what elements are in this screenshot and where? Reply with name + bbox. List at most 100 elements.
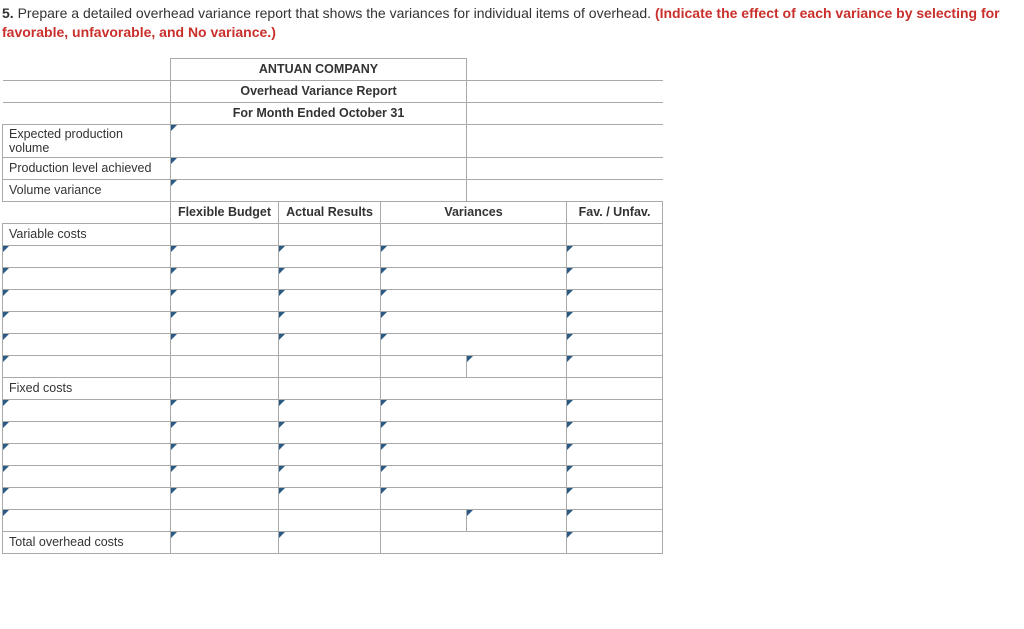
volume-variance-label: Volume variance [3, 179, 171, 201]
blank-cell [467, 124, 663, 157]
fixed-costs-label: Fixed costs [3, 377, 171, 399]
blank-cell [467, 80, 663, 102]
variance-total [381, 531, 567, 553]
variable-item-input[interactable] [3, 245, 171, 267]
actual-results-subtotal [279, 509, 381, 531]
flex-budget-input[interactable] [171, 267, 279, 289]
fav-unfav-select[interactable] [567, 509, 663, 531]
fav-unfav-select[interactable] [567, 531, 663, 553]
fixed-item-input[interactable] [3, 421, 171, 443]
variance-input[interactable] [381, 267, 567, 289]
blank-cell [279, 223, 381, 245]
flex-budget-input[interactable] [171, 443, 279, 465]
question-number: 5. [2, 5, 14, 21]
variance-subtotal-right[interactable] [467, 355, 567, 377]
blank-cell [3, 201, 171, 223]
volume-variance-input[interactable] [171, 179, 467, 201]
variance-subtotal-left [381, 355, 467, 377]
blank-cell [3, 58, 171, 80]
variance-input[interactable] [381, 399, 567, 421]
fav-unfav-select[interactable] [567, 289, 663, 311]
variable-item-input[interactable] [3, 355, 171, 377]
fav-unfav-select[interactable] [567, 311, 663, 333]
expected-volume-input[interactable] [171, 124, 467, 157]
blank-cell [381, 377, 567, 399]
flex-budget-input[interactable] [171, 289, 279, 311]
fixed-item-input[interactable] [3, 399, 171, 421]
expected-volume-label: Expected production volume [3, 124, 171, 157]
report-period: For Month Ended October 31 [171, 102, 467, 124]
blank-cell [171, 377, 279, 399]
variance-subtotal-left [381, 509, 467, 531]
blank-cell [467, 179, 663, 201]
variance-input[interactable] [381, 245, 567, 267]
actual-results-input[interactable] [279, 487, 381, 509]
flex-budget-input[interactable] [171, 333, 279, 355]
actual-results-input[interactable] [279, 267, 381, 289]
blank-cell [467, 157, 663, 179]
fav-unfav-select[interactable] [567, 333, 663, 355]
actual-results-input[interactable] [279, 333, 381, 355]
actual-results-input[interactable] [279, 311, 381, 333]
flex-budget-input[interactable] [171, 465, 279, 487]
fav-unfav-select[interactable] [567, 355, 663, 377]
variable-item-input[interactable] [3, 289, 171, 311]
fav-unfav-select[interactable] [567, 245, 663, 267]
report-title: Overhead Variance Report [171, 80, 467, 102]
col-actual-results: Actual Results [279, 201, 381, 223]
overhead-variance-table: ANTUAN COMPANY Overhead Variance Report … [2, 58, 663, 554]
actual-results-input[interactable] [279, 245, 381, 267]
blank-cell [567, 377, 663, 399]
fav-unfav-select[interactable] [567, 267, 663, 289]
fav-unfav-select[interactable] [567, 487, 663, 509]
production-achieved-label: Production level achieved [3, 157, 171, 179]
col-flex-budget: Flexible Budget [171, 201, 279, 223]
flex-budget-input[interactable] [171, 421, 279, 443]
fav-unfav-select[interactable] [567, 399, 663, 421]
fav-unfav-select[interactable] [567, 465, 663, 487]
variance-input[interactable] [381, 289, 567, 311]
actual-results-input[interactable] [279, 421, 381, 443]
flex-budget-subtotal [171, 509, 279, 531]
flex-budget-input[interactable] [171, 487, 279, 509]
actual-results-subtotal [279, 355, 381, 377]
blank-cell [467, 102, 663, 124]
fixed-item-input[interactable] [3, 509, 171, 531]
flex-budget-input[interactable] [171, 311, 279, 333]
variance-input[interactable] [381, 465, 567, 487]
total-overhead-label: Total overhead costs [3, 531, 171, 553]
variable-item-input[interactable] [3, 311, 171, 333]
variance-subtotal-right[interactable] [467, 509, 567, 531]
flex-budget-subtotal [171, 355, 279, 377]
fixed-item-input[interactable] [3, 443, 171, 465]
fav-unfav-select[interactable] [567, 443, 663, 465]
question-prompt: 5. Prepare a detailed overhead variance … [0, 4, 1024, 52]
flex-budget-input[interactable] [171, 245, 279, 267]
actual-results-input[interactable] [279, 399, 381, 421]
col-fav-unfav: Fav. / Unfav. [567, 201, 663, 223]
blank-cell [567, 223, 663, 245]
variance-input[interactable] [381, 421, 567, 443]
blank-cell [279, 377, 381, 399]
variable-item-input[interactable] [3, 267, 171, 289]
blank-cell [467, 58, 663, 80]
variable-costs-label: Variable costs [3, 223, 171, 245]
flex-budget-input[interactable] [171, 399, 279, 421]
production-achieved-input[interactable] [171, 157, 467, 179]
fixed-item-input[interactable] [3, 487, 171, 509]
variance-input[interactable] [381, 487, 567, 509]
variance-input[interactable] [381, 333, 567, 355]
actual-results-total[interactable] [279, 531, 381, 553]
col-variances: Variances [381, 201, 567, 223]
variance-input[interactable] [381, 443, 567, 465]
variable-item-input[interactable] [3, 333, 171, 355]
fixed-item-input[interactable] [3, 465, 171, 487]
actual-results-input[interactable] [279, 289, 381, 311]
blank-cell [3, 102, 171, 124]
blank-cell [381, 223, 567, 245]
actual-results-input[interactable] [279, 465, 381, 487]
variance-input[interactable] [381, 311, 567, 333]
flex-budget-total[interactable] [171, 531, 279, 553]
fav-unfav-select[interactable] [567, 421, 663, 443]
actual-results-input[interactable] [279, 443, 381, 465]
